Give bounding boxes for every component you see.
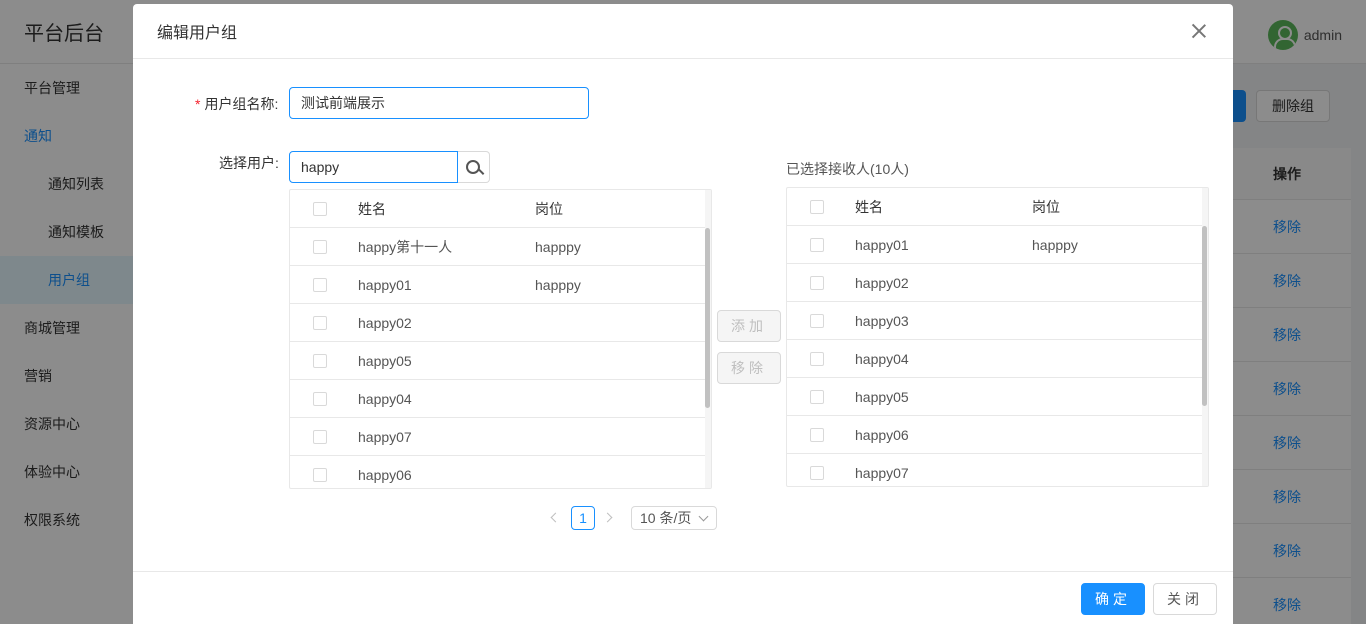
user-name-cell: happy02	[855, 274, 909, 291]
user-position-cell: happpy	[1032, 236, 1078, 253]
column-header-position: 岗位	[1032, 198, 1060, 215]
close-button[interactable]: 关闭	[1153, 583, 1217, 615]
user-name-cell: happy04	[855, 350, 909, 367]
user-search	[289, 151, 490, 183]
page-number[interactable]: 1	[571, 506, 595, 530]
user-name-cell: happy01	[855, 236, 909, 253]
table-row[interactable]: happy01 happpy	[787, 226, 1208, 264]
remove-button[interactable]: 移除	[717, 352, 781, 384]
table-row[interactable]: happy06	[290, 456, 711, 488]
table-row[interactable]: happy02	[787, 264, 1208, 302]
row-checkbox[interactable]	[810, 465, 824, 480]
user-search-input[interactable]	[289, 151, 458, 183]
scrollbar-thumb[interactable]	[705, 228, 710, 408]
user-name-cell: happy07	[358, 428, 412, 445]
select-all-checkbox[interactable]	[313, 201, 327, 216]
chevron-right-icon[interactable]	[603, 506, 617, 530]
table-row[interactable]: happy07	[290, 418, 711, 456]
user-position-cell: happpy	[535, 276, 581, 293]
page-size-select[interactable]: 10 条/页	[631, 506, 717, 530]
row-checkbox[interactable]	[810, 351, 824, 366]
pagination: 1 10 条/页	[549, 506, 717, 530]
confirm-button[interactable]: 确定	[1081, 583, 1145, 615]
table-row[interactable]: happy04	[787, 340, 1208, 378]
user-name-cell: happy04	[358, 390, 412, 407]
column-header-name: 姓名	[358, 200, 386, 217]
select-all-checkbox[interactable]	[810, 199, 824, 214]
column-header-position: 岗位	[535, 200, 563, 217]
user-name-cell: happy02	[358, 314, 412, 331]
table-row[interactable]: happy07	[787, 454, 1208, 486]
scrollbar-thumb[interactable]	[1202, 226, 1207, 406]
modal-footer: 确定 关闭	[133, 571, 1233, 624]
table-row[interactable]: happy05	[290, 342, 711, 380]
required-mark: *	[195, 96, 201, 112]
row-checkbox[interactable]	[313, 315, 327, 330]
close-icon[interactable]	[1189, 21, 1209, 41]
row-checkbox[interactable]	[810, 427, 824, 442]
table-row[interactable]: happy02	[290, 304, 711, 342]
selected-recipients-title: 已选择接收人(10人)	[786, 161, 909, 177]
user-name-cell: happy06	[855, 426, 909, 443]
row-checkbox[interactable]	[313, 239, 327, 254]
row-checkbox[interactable]	[313, 391, 327, 406]
user-name-cell: happy07	[855, 464, 909, 481]
select-user-label: 选择用户:	[219, 155, 279, 171]
table-row[interactable]: happy04	[290, 380, 711, 418]
row-checkbox[interactable]	[810, 275, 824, 290]
edit-user-group-modal: 编辑用户组 *用户组名称: 选择用户: 姓名 岗位 happy第十一人 happp…	[133, 4, 1233, 624]
add-button[interactable]: 添加	[717, 310, 781, 342]
candidate-user-table: 姓名 岗位 happy第十一人 happpy happy01 happpy happy0…	[289, 189, 712, 489]
row-checkbox[interactable]	[313, 429, 327, 444]
user-name-cell: happy01	[358, 276, 412, 293]
table-header-row: 姓名 岗位	[787, 188, 1208, 226]
table-header-row: 姓名 岗位	[290, 190, 711, 228]
table-row[interactable]: happy05	[787, 378, 1208, 416]
selected-user-table: 姓名 岗位 happy01 happpy happy02 happy03 happy04…	[786, 187, 1209, 487]
user-name-cell: happy05	[855, 388, 909, 405]
row-checkbox[interactable]	[313, 277, 327, 292]
row-checkbox[interactable]	[313, 467, 327, 482]
user-position-cell: happpy	[535, 238, 581, 255]
row-checkbox[interactable]	[810, 237, 824, 252]
table-row[interactable]: happy01 happpy	[290, 266, 711, 304]
group-name-label: * 用户组名称:	[195, 94, 278, 114]
modal-title: 编辑用户组	[157, 25, 238, 42]
column-header-name: 姓名	[855, 198, 883, 215]
table-row[interactable]: happy03	[787, 302, 1208, 340]
row-checkbox[interactable]	[810, 313, 824, 328]
table-row[interactable]: happy第十一人 happpy	[290, 228, 711, 266]
search-icon[interactable]	[458, 151, 490, 183]
group-name-label-text: 用户组名称:	[204, 96, 279, 112]
user-name-cell: happy第十一人	[358, 238, 453, 255]
chevron-left-icon[interactable]	[549, 506, 563, 530]
modal-header: 编辑用户组	[133, 4, 1233, 59]
user-name-cell: happy05	[358, 352, 412, 369]
row-checkbox[interactable]	[313, 353, 327, 368]
group-name-input[interactable]	[289, 87, 589, 119]
table-row[interactable]: happy06	[787, 416, 1208, 454]
user-name-cell: happy03	[855, 312, 909, 329]
row-checkbox[interactable]	[810, 389, 824, 404]
user-name-cell: happy06	[358, 466, 412, 483]
